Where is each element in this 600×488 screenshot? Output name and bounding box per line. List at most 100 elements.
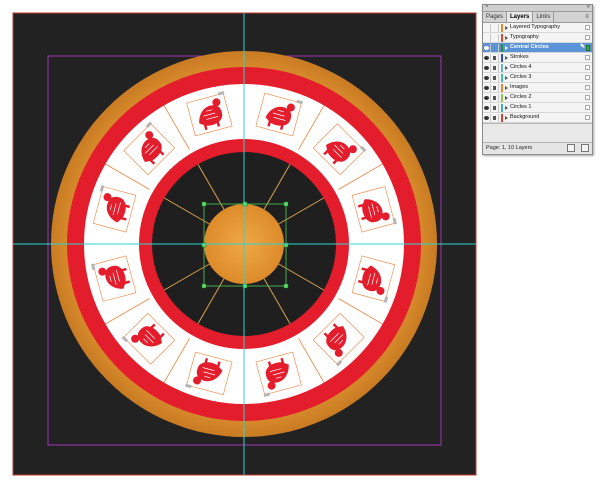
- panel-titlebar[interactable]: × »: [483, 4, 592, 12]
- lock-icon: [493, 85, 496, 90]
- lock-toggle[interactable]: [491, 33, 499, 42]
- expand-triangle-icon[interactable]: [505, 55, 508, 60]
- layer-name: Circles 1: [510, 104, 532, 110]
- layer-count-text: Page: 1, 10 Layers: [486, 145, 533, 151]
- lock-toggle[interactable]: [491, 113, 499, 122]
- layer-row[interactable]: Images: [483, 83, 592, 93]
- layer-name: Background: [510, 114, 540, 120]
- expand-triangle-icon[interactable]: [505, 105, 508, 110]
- selected-object-indicator[interactable]: [586, 44, 590, 51]
- visibility-toggle[interactable]: [483, 23, 491, 32]
- object-indicator[interactable]: [585, 95, 590, 100]
- visibility-toggle[interactable]: [483, 33, 491, 42]
- eye-icon: [484, 65, 489, 70]
- visibility-toggle[interactable]: [483, 103, 491, 112]
- lock-toggle[interactable]: [491, 103, 499, 112]
- object-indicator[interactable]: [585, 55, 590, 60]
- object-indicator[interactable]: [585, 35, 590, 40]
- layer-row[interactable]: Typography: [483, 33, 592, 43]
- layer-row[interactable]: Circles 4: [483, 63, 592, 73]
- tab-layers[interactable]: Layers: [507, 12, 534, 22]
- panel-menu-icon[interactable]: ≡: [582, 12, 592, 22]
- expand-triangle-icon[interactable]: [505, 25, 508, 30]
- layer-row[interactable]: Circles 1: [483, 103, 592, 113]
- delete-layer-button[interactable]: [581, 144, 589, 152]
- layer-row-tail: [580, 35, 592, 40]
- layer-color-swatch: [501, 73, 503, 82]
- object-indicator[interactable]: [585, 115, 590, 120]
- collapse-icon[interactable]: »: [587, 4, 590, 11]
- lock-toggle[interactable]: [491, 73, 499, 82]
- object-indicator[interactable]: [585, 105, 590, 110]
- eye-icon: [484, 85, 489, 90]
- visibility-toggle[interactable]: [483, 73, 491, 82]
- layer-row-tail: [580, 95, 592, 100]
- selection-handle[interactable]: [201, 283, 207, 289]
- layers-panel[interactable]: × » Pages Layers Links ≡ Layered Typogra…: [482, 4, 593, 155]
- selection-handle[interactable]: [201, 201, 207, 207]
- layer-color-swatch: [501, 53, 503, 62]
- selection-handle[interactable]: [283, 201, 289, 207]
- layer-row-tail: [580, 75, 592, 80]
- lock-icon: [493, 95, 496, 100]
- expand-triangle-icon[interactable]: [505, 115, 508, 120]
- layer-row-tail: [580, 65, 592, 70]
- layer-color-swatch: [501, 43, 503, 52]
- visibility-toggle[interactable]: [483, 93, 491, 102]
- object-indicator[interactable]: [585, 65, 590, 70]
- layer-color-swatch: [501, 23, 503, 32]
- eye-icon: [484, 115, 489, 120]
- visibility-toggle[interactable]: [483, 113, 491, 122]
- lock-icon: [493, 105, 496, 110]
- visibility-toggle[interactable]: [483, 43, 491, 52]
- eye-icon: [484, 45, 489, 50]
- visibility-toggle[interactable]: [483, 63, 491, 72]
- lock-toggle[interactable]: [491, 23, 499, 32]
- layer-name: Images: [510, 84, 529, 90]
- expand-triangle-icon[interactable]: [505, 95, 508, 100]
- eye-icon: [484, 75, 489, 80]
- layer-row[interactable]: Circles 3: [483, 73, 592, 83]
- layer-color-swatch: [501, 63, 503, 72]
- layer-name: Circles 4: [510, 64, 532, 70]
- tab-pages[interactable]: Pages: [483, 12, 508, 22]
- layer-row-tail: [580, 25, 592, 30]
- object-indicator[interactable]: [585, 85, 590, 90]
- layer-row[interactable]: Layered Typography: [483, 23, 592, 33]
- layer-color-swatch: [501, 93, 503, 102]
- visibility-toggle[interactable]: [483, 53, 491, 62]
- eye-icon: [484, 105, 489, 110]
- layer-name: Layered Typography: [510, 24, 561, 30]
- new-layer-button[interactable]: [567, 144, 575, 152]
- layer-row[interactable]: Circles 2: [483, 93, 592, 103]
- expand-triangle-icon[interactable]: [505, 75, 508, 80]
- lock-toggle[interactable]: [491, 93, 499, 102]
- layer-row[interactable]: Strokes: [483, 53, 592, 63]
- layer-name: Circles 3: [510, 74, 532, 80]
- layer-name: Circles 2: [510, 94, 532, 100]
- lock-toggle[interactable]: [491, 53, 499, 62]
- object-indicator[interactable]: [585, 25, 590, 30]
- object-indicator[interactable]: [585, 75, 590, 80]
- selection-handle[interactable]: [283, 283, 289, 289]
- layer-name: Strokes: [510, 54, 529, 60]
- expand-triangle-icon[interactable]: [505, 35, 508, 40]
- tab-links[interactable]: Links: [533, 12, 555, 22]
- visibility-toggle[interactable]: [483, 83, 491, 92]
- layer-row[interactable]: Background: [483, 113, 592, 123]
- lock-toggle[interactable]: [491, 43, 499, 52]
- lock-toggle[interactable]: [491, 83, 499, 92]
- layer-color-swatch: [501, 103, 503, 112]
- layer-row-tail: ✎: [580, 43, 592, 52]
- close-icon[interactable]: ×: [485, 4, 489, 11]
- expand-triangle-icon[interactable]: [505, 65, 508, 70]
- layer-color-swatch: [501, 33, 503, 42]
- lock-icon: [493, 55, 496, 60]
- expand-triangle-icon[interactable]: [505, 45, 508, 50]
- layer-row-tail: [580, 115, 592, 120]
- layer-row[interactable]: Central Circles ✎: [483, 43, 592, 53]
- lock-icon: [493, 65, 496, 70]
- lock-toggle[interactable]: [491, 63, 499, 72]
- expand-triangle-icon[interactable]: [505, 85, 508, 90]
- layer-row-tail: [580, 55, 592, 60]
